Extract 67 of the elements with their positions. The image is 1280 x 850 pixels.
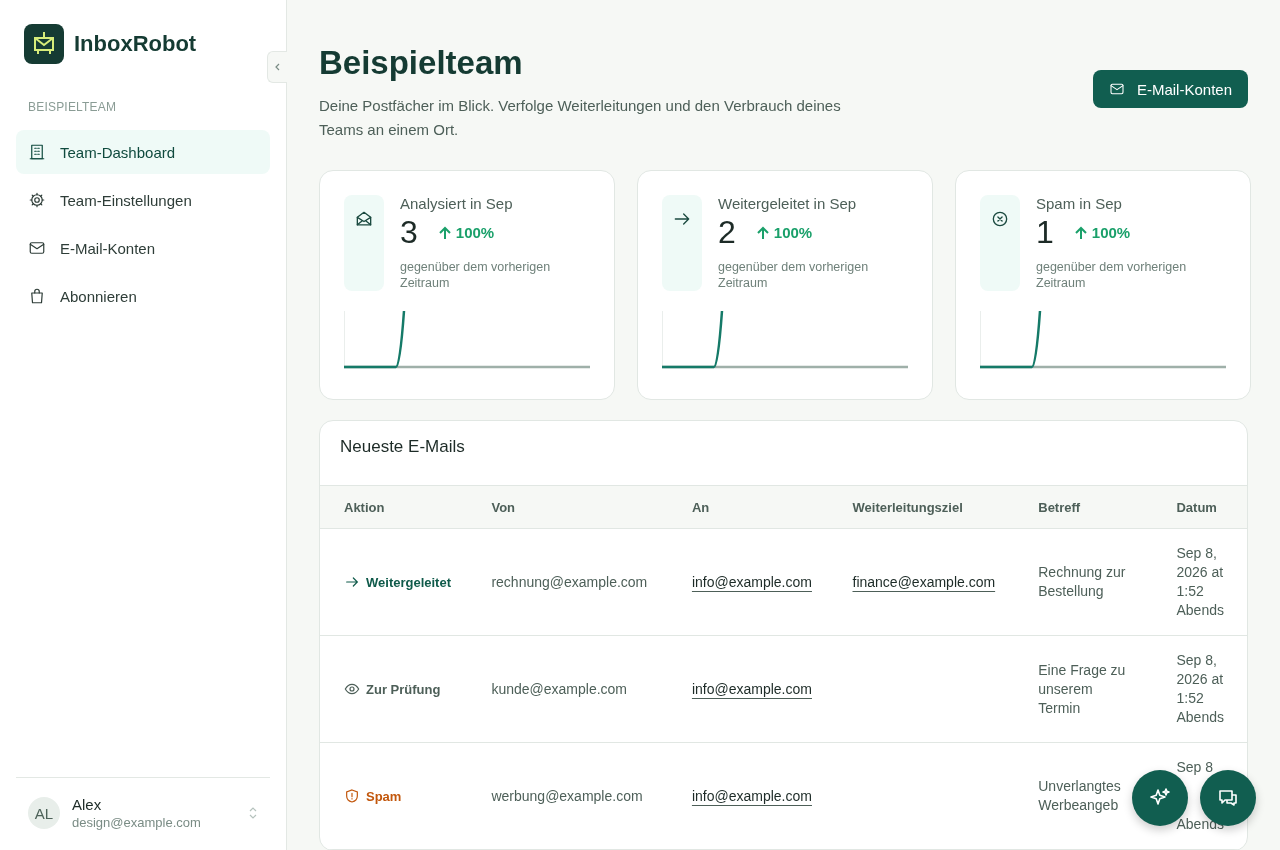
recipient-link[interactable]: info@example.com bbox=[691, 681, 812, 697]
building-icon bbox=[28, 143, 46, 161]
user-name: Alex bbox=[72, 796, 103, 813]
bag-icon bbox=[28, 287, 46, 305]
user-email: design@example.com bbox=[72, 815, 202, 830]
date-text: Abends bbox=[1176, 708, 1225, 727]
page-subtitle: Deine Postfächer im Blick. Verfolge Weiterleitungen und den Verbrauch deines Teams an einem Ort. bbox=[319, 96, 842, 140]
page-title: Beispielteam bbox=[319, 44, 524, 82]
section-label: BEISPIELTEAM bbox=[28, 100, 118, 114]
avatar: AL bbox=[28, 797, 60, 829]
date-text: Sep 8 bbox=[1176, 758, 1215, 777]
nav-item[interactable]: Team-Einstellungen bbox=[16, 178, 270, 222]
date-text: 1:52 bbox=[1176, 689, 1205, 708]
arrow-up-icon bbox=[1073, 225, 1088, 240]
logo-icon bbox=[24, 24, 64, 64]
stat-value: 1 bbox=[1036, 214, 1054, 251]
stat-change: 100% bbox=[755, 224, 813, 241]
date-text: Sep 8, bbox=[1176, 544, 1218, 563]
shield-icon bbox=[344, 788, 360, 804]
sender-address: rechnung@example.com bbox=[491, 574, 648, 590]
sender-address: kunde@example.com bbox=[491, 681, 628, 697]
recipient-link[interactable]: info@example.com bbox=[691, 574, 812, 590]
arrow-up-icon bbox=[755, 225, 770, 240]
subject-text: Unverlangtes Werbeangeb bbox=[1038, 777, 1122, 815]
forward-target-link[interactable]: finance@example.com bbox=[852, 574, 996, 590]
stat-value: 3 bbox=[400, 214, 418, 251]
stat-change: 100% bbox=[437, 224, 495, 241]
action-status: Weitergeleitet bbox=[344, 574, 468, 590]
subject-text: Rechnung zur Bestellung bbox=[1038, 563, 1127, 601]
recipient-link[interactable]: info@example.com bbox=[691, 788, 812, 804]
nav-item[interactable]: E-Mail-Konten bbox=[16, 226, 270, 270]
stat-label: Spam in Sep bbox=[1036, 195, 1123, 212]
date-text: 2026 at bbox=[1176, 563, 1225, 582]
column-header: Datum bbox=[1164, 485, 1247, 529]
stat-label: Analysiert in Sep bbox=[400, 195, 514, 212]
column-header: Betreff bbox=[1026, 485, 1165, 529]
subject-text: Eine Frage zu unserem Termin bbox=[1038, 660, 1127, 718]
date-text: 2026 at bbox=[1176, 670, 1225, 689]
nav-item[interactable]: Abonnieren bbox=[16, 274, 270, 318]
stat-value: 2 bbox=[718, 214, 736, 251]
card-title: Neueste E-Mails bbox=[339, 436, 466, 458]
open-envelope-icon bbox=[354, 209, 374, 229]
arrow-up-icon bbox=[437, 225, 452, 240]
gear-icon bbox=[28, 191, 46, 209]
arrow-icon bbox=[344, 574, 360, 590]
date-text: Sep 8, bbox=[1176, 651, 1218, 670]
email-accounts-button[interactable]: E-Mail-Konten bbox=[1092, 70, 1248, 108]
stat-note: gegenüber dem vorherigen Zeitraum bbox=[400, 259, 552, 291]
nav-item[interactable]: Team-Dashboard bbox=[16, 130, 270, 174]
mail-icon bbox=[28, 239, 46, 257]
stat-label: Weitergeleitet in Sep bbox=[718, 195, 858, 212]
stat-change: 100% bbox=[1073, 224, 1131, 241]
eye-icon bbox=[344, 681, 360, 697]
date-text: Abends bbox=[1176, 601, 1225, 620]
column-header: Von bbox=[479, 485, 680, 529]
sender-address: werbung@example.com bbox=[491, 788, 643, 804]
mail-icon bbox=[1108, 81, 1125, 97]
date-text: 1:52 bbox=[1176, 582, 1205, 601]
action-status: Spam bbox=[344, 788, 468, 804]
column-header: Weiterleitungsziel bbox=[840, 485, 1027, 529]
brand-name: InboxRobot bbox=[74, 31, 197, 57]
column-header: An bbox=[679, 485, 841, 529]
action-status: Zur Prüfung bbox=[344, 681, 468, 697]
column-header: Aktion bbox=[320, 485, 480, 529]
x-circle-icon bbox=[990, 209, 1010, 229]
stat-note: gegenüber dem vorherigen Zeitraum bbox=[718, 259, 870, 291]
stat-note: gegenüber dem vorherigen Zeitraum bbox=[1036, 259, 1188, 291]
